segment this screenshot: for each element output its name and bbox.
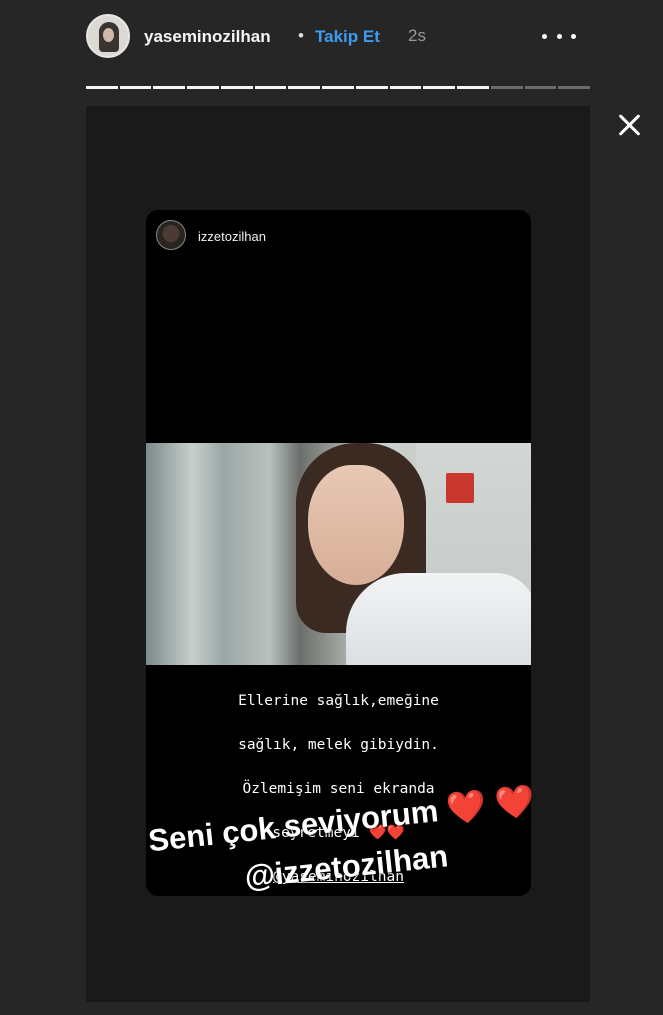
story-progress-bar bbox=[86, 86, 591, 89]
more-options-icon[interactable] bbox=[542, 24, 576, 48]
progress-segment bbox=[558, 86, 591, 89]
repost-username[interactable]: izzetozilhan bbox=[198, 229, 266, 244]
close-icon[interactable] bbox=[614, 110, 644, 140]
progress-segment bbox=[254, 86, 287, 89]
progress-segment bbox=[220, 86, 253, 89]
progress-segment bbox=[119, 86, 152, 89]
repost-avatar bbox=[156, 220, 186, 250]
caption-line: sağlık, melek gibiydin. bbox=[238, 737, 439, 753]
caption-line: Ellerine sağlık,emeğine bbox=[238, 693, 439, 709]
story-viewer[interactable]: izzetozilhan Ellerine sağlık,emeğine sağ… bbox=[86, 106, 590, 1002]
progress-segment bbox=[457, 86, 489, 89]
progress-segment bbox=[355, 86, 388, 89]
progress-segment bbox=[524, 86, 557, 89]
progress-segment bbox=[288, 86, 321, 89]
progress-segment bbox=[86, 86, 118, 89]
progress-segment bbox=[322, 86, 354, 89]
progress-segment bbox=[389, 86, 422, 89]
story-photo bbox=[146, 443, 531, 665]
progress-segment bbox=[153, 86, 186, 89]
progress-segment bbox=[490, 86, 523, 89]
timestamp: 2s bbox=[408, 26, 426, 45]
separator-dot: • bbox=[298, 26, 304, 45]
avatar[interactable] bbox=[86, 14, 130, 58]
username[interactable]: yaseminozilhan bbox=[144, 27, 271, 47]
follow-button[interactable]: Takip Et bbox=[315, 27, 380, 47]
heart-emoji: ❤️ ❤️ bbox=[444, 781, 537, 828]
progress-segment bbox=[423, 86, 456, 89]
progress-segment bbox=[187, 86, 219, 89]
story-header: yaseminozilhan • Takip Et 2s bbox=[86, 14, 586, 60]
